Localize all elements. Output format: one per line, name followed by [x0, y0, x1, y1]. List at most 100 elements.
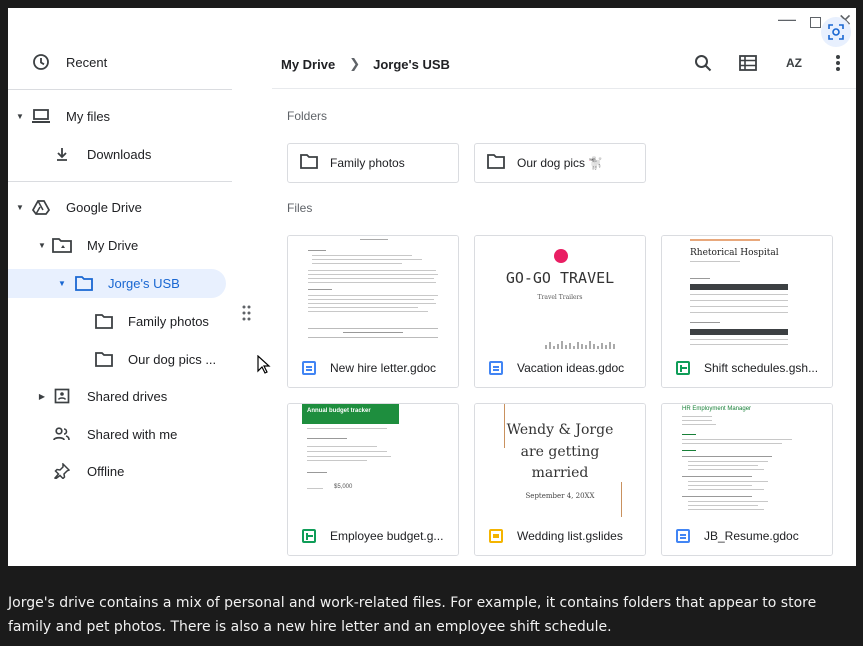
folder-icon — [74, 273, 94, 293]
wedding-line-3: married — [531, 465, 589, 481]
google-docs-icon — [302, 361, 316, 375]
tutorial-frame: — ✕ Recent ▼ My files — [0, 0, 863, 646]
google-docs-icon — [489, 361, 503, 375]
expand-arrow-icon[interactable]: ▼ — [37, 241, 47, 250]
file-name: New hire letter.gdoc — [330, 361, 437, 375]
files-app-window: — ✕ Recent ▼ My files — [8, 8, 856, 566]
thumbnail-title: HR Employment Manager — [682, 406, 752, 412]
sidebar-item-label: Shared with me — [87, 426, 178, 442]
thumbnail-amount: $5,000 — [334, 484, 353, 490]
clock-icon — [31, 52, 51, 72]
file-thumbnail: Wendy & Jorge are getting married Septem… — [475, 404, 645, 517]
files-heading: Files — [287, 201, 313, 215]
resize-handle-icon[interactable] — [242, 305, 252, 321]
file-card-wedding-list[interactable]: Wendy & Jorge are getting married Septem… — [474, 403, 646, 556]
file-card-vacation-ideas[interactable]: GO-GO TRAVEL Travel Trailers Vacation id… — [474, 235, 646, 388]
folder-icon — [487, 154, 505, 169]
sidebar-item-label: My Drive — [87, 237, 139, 253]
file-card-employee-budget[interactable]: Annual budget tracker $5,000 Employee bu… — [287, 403, 459, 556]
breadcrumb: My Drive ❯ Jorge's USB — [281, 54, 450, 74]
thumbnail-title: GO-GO TRAVEL — [505, 269, 615, 287]
thumbnail-graphic — [545, 341, 615, 349]
sidebar-divider — [8, 89, 232, 90]
thumbnail-subtitle: Travel Trailers — [537, 294, 583, 301]
file-card-new-hire-letter[interactable]: New hire letter.gdoc — [287, 235, 459, 388]
google-drive-icon — [31, 197, 51, 217]
expand-arrow-icon[interactable]: ▼ — [57, 279, 67, 288]
folder-name: Our dog pics 🐩 — [517, 156, 604, 170]
sidebar-item-recent[interactable]: Recent — [8, 48, 232, 76]
file-name: Wedding list.gslides — [517, 529, 623, 543]
expand-arrow-icon[interactable]: ▼ — [15, 203, 25, 212]
file-footer: Employee budget.g... — [288, 517, 458, 555]
chevron-right-icon: ❯ — [349, 56, 361, 71]
sidebar-item-label: Google Drive — [66, 199, 142, 215]
file-name: Shift schedules.gsh... — [704, 361, 819, 375]
sidebar-item-our-dog-pics[interactable]: Our dog pics ... — [8, 345, 232, 373]
sidebar-item-shared-drives[interactable]: ▶ Shared drives — [8, 382, 232, 410]
folders-heading: Folders — [287, 109, 328, 123]
sidebar-item-my-drive[interactable]: ▼ My Drive — [8, 231, 232, 259]
sort-az-icon: AZ — [786, 56, 802, 70]
wedding-line-1: Wendy & Jorge — [506, 422, 614, 438]
file-thumbnail — [288, 236, 458, 349]
sort-button[interactable]: AZ — [782, 51, 806, 75]
sidebar-item-label: Family photos — [128, 313, 209, 329]
lens-button[interactable] — [821, 17, 851, 47]
thumbnail-title: Annual budget tracker — [307, 408, 371, 414]
more-options-button[interactable] — [826, 51, 850, 75]
more-vertical-icon — [836, 55, 840, 71]
sidebar-divider — [8, 181, 232, 182]
file-thumbnail: HR Employment Manager — [662, 404, 832, 517]
google-docs-icon — [676, 529, 690, 543]
sidebar-item-label: My files — [66, 108, 111, 124]
minimize-button[interactable]: — — [778, 10, 796, 28]
file-footer: New hire letter.gdoc — [288, 349, 458, 387]
list-view-button[interactable] — [736, 51, 760, 75]
google-sheets-icon — [676, 361, 690, 375]
lens-icon — [828, 24, 844, 40]
google-slides-icon — [489, 529, 503, 543]
sidebar-item-jorges-usb[interactable]: ▼ Jorge's USB — [8, 269, 226, 297]
folder-card-our-dog-pics[interactable]: Our dog pics 🐩 — [474, 143, 646, 183]
sidebar-item-family-photos[interactable]: Family photos — [8, 307, 232, 335]
folder-icon — [300, 154, 318, 169]
sidebar-item-label: Shared drives — [87, 388, 168, 404]
thumbnail-title: Rhetorical Hospital — [690, 248, 779, 258]
google-sheets-icon — [302, 529, 316, 543]
sidebar-item-shared-with-me[interactable]: Shared with me — [8, 420, 232, 448]
wedding-line-2: are getting — [520, 444, 600, 460]
file-thumbnail: Annual budget tracker $5,000 — [288, 404, 458, 517]
breadcrumb-my-drive[interactable]: My Drive — [281, 57, 335, 72]
expand-arrow-icon[interactable]: ▶ — [37, 392, 47, 401]
sidebar-item-downloads[interactable]: Downloads — [8, 140, 232, 168]
folder-icon — [94, 311, 114, 331]
sidebar-item-label: Downloads — [87, 146, 152, 162]
file-footer: Wedding list.gslides — [475, 517, 645, 555]
folder-name: Family photos — [330, 156, 405, 170]
file-name: Employee budget.g... — [330, 529, 444, 543]
search-button[interactable] — [691, 51, 715, 75]
sidebar-item-offline[interactable]: Offline — [8, 457, 232, 485]
search-icon — [695, 55, 712, 72]
file-footer: Vacation ideas.gdoc — [475, 349, 645, 387]
tutorial-caption: Jorge's drive contains a mix of personal… — [8, 595, 817, 635]
sidebar-item-label: Our dog pics ... — [128, 351, 217, 367]
file-card-shift-schedules[interactable]: Rhetorical Hospital Shift schedules.gsh.… — [661, 235, 833, 388]
pin-icon — [52, 461, 72, 481]
sidebar-item-label: Offline — [87, 463, 125, 479]
folder-card-family-photos[interactable]: Family photos — [287, 143, 459, 183]
file-thumbnail: GO-GO TRAVEL Travel Trailers — [475, 236, 645, 349]
list-view-icon — [739, 55, 757, 71]
expand-arrow-icon[interactable]: ▼ — [15, 112, 25, 121]
file-card-jb-resume[interactable]: HR Employment Manager JB_Resume.gdoc — [661, 403, 833, 556]
maximize-button[interactable] — [810, 17, 821, 28]
mouse-cursor-icon — [257, 355, 271, 374]
breadcrumb-jorges-usb[interactable]: Jorge's USB — [373, 57, 450, 72]
sidebar-item-my-files[interactable]: ▼ My files — [8, 102, 232, 130]
sidebar-item-google-drive[interactable]: ▼ Google Drive — [8, 193, 232, 221]
shared-drive-icon — [52, 386, 72, 406]
header-divider — [272, 88, 856, 89]
drive-folder-icon — [52, 235, 72, 255]
sidebar-item-label: Jorge's USB — [108, 275, 180, 291]
